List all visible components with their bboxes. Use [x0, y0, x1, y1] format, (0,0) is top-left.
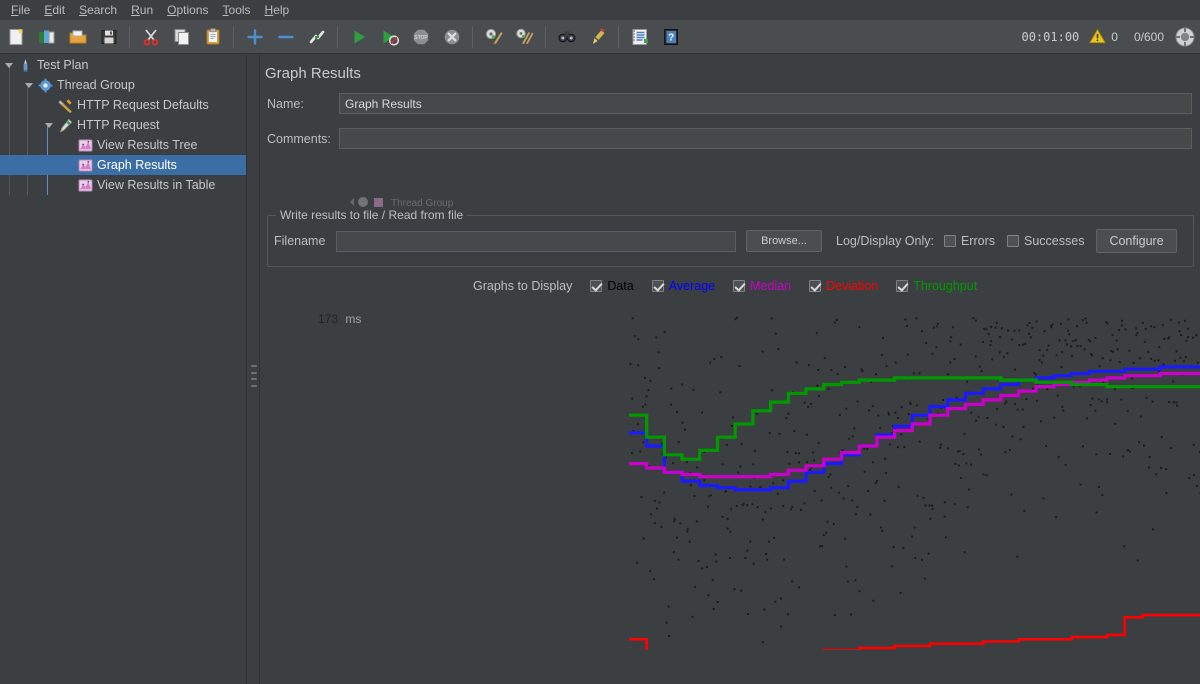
warning-triangle-icon[interactable]	[1085, 22, 1109, 52]
listener-chart-icon	[76, 135, 94, 155]
test-plan-icon	[16, 55, 34, 75]
toggle-icon[interactable]	[301, 22, 332, 52]
binoculars-icon[interactable]	[551, 22, 582, 52]
clipboard-icon[interactable]	[197, 22, 228, 52]
new-document-icon[interactable]	[0, 22, 31, 52]
comments-label: Comments:	[267, 131, 331, 146]
svg-text:STOP: STOP	[414, 35, 428, 41]
toolbar-separator	[618, 25, 619, 48]
y-axis-max-value: 173	[318, 312, 339, 326]
tree-item-label: HTTP Request Defaults	[77, 98, 209, 112]
svg-text:?: ?	[668, 32, 674, 43]
toolbar-separator	[472, 25, 473, 48]
elapsed-time: 00:01:00	[1021, 29, 1080, 44]
name-input[interactable]	[339, 93, 1192, 114]
graph-plot-area	[629, 316, 1200, 674]
series-line-deviation	[629, 613, 1200, 674]
function-list-icon[interactable]	[624, 22, 655, 52]
stop-icon[interactable]: STOP	[405, 22, 436, 52]
thread-count: 0/600	[1133, 29, 1164, 44]
scatter-data-points	[629, 316, 1200, 669]
occluded-background-widget: Thread Group	[346, 195, 491, 209]
stats-footer: No of Samples 600 Latest Sample 209 Aver…	[261, 650, 1200, 684]
menu-bar: File Edit Search Run Options Tools Help	[0, 0, 1200, 20]
write-results-group-title: Write results to file / Read from file	[276, 208, 468, 222]
menu-item-help[interactable]: Help	[258, 1, 297, 19]
clear-all-broom-icon[interactable]	[509, 22, 540, 52]
tree-expand-spacer	[62, 155, 76, 175]
results-graph: 173 ms 0 ms	[261, 230, 1200, 674]
tree-item-http-request-defaults[interactable]: HTTP Request Defaults	[0, 95, 246, 115]
name-label: Name:	[267, 96, 304, 111]
tree-item-http-request[interactable]: HTTP Request	[0, 115, 246, 135]
tree-item-view-results-in-table[interactable]: View Results in Table	[0, 175, 246, 195]
play-no-pause-icon[interactable]	[374, 22, 405, 52]
toolbar-separator	[129, 25, 130, 48]
scissors-icon[interactable]	[135, 22, 166, 52]
tree-item-thread-group[interactable]: Thread Group	[0, 75, 246, 95]
broom-icon[interactable]	[582, 22, 613, 52]
menu-item-edit[interactable]: Edit	[37, 1, 72, 19]
toolbar: STOP ? 00:01:00 0 0/600	[0, 20, 1200, 54]
save-disk-icon[interactable]	[93, 22, 124, 52]
listener-chart-icon	[76, 155, 94, 175]
tree-item-graph-results[interactable]: Graph Results	[0, 155, 246, 175]
tree-item-label: Thread Group	[57, 78, 135, 92]
tree-item-view-results-tree[interactable]: View Results Tree	[0, 135, 246, 155]
sampler-pen-icon	[56, 115, 74, 135]
config-wrench-icon	[56, 95, 74, 115]
play-green-icon[interactable]	[343, 22, 374, 52]
comments-input[interactable]	[339, 128, 1192, 149]
menu-item-search[interactable]: Search	[72, 1, 124, 19]
tree-item-test-plan[interactable]: Test Plan	[0, 55, 246, 75]
graph-results-panel: Graph Results Thread Group Name: Comment…	[261, 55, 1200, 684]
page-title: Graph Results	[265, 65, 361, 82]
y-axis-max-label: 173 ms	[318, 312, 361, 326]
tree-expand-spacer	[62, 175, 76, 195]
menu-item-run[interactable]: Run	[124, 1, 160, 19]
tree-item-label: Test Plan	[37, 58, 89, 72]
splitter-grip-icon	[251, 365, 257, 387]
comments-row: Comments:	[267, 128, 1192, 149]
copy-icon[interactable]	[166, 22, 197, 52]
tree-expand-spacer	[62, 135, 76, 155]
templates-icon[interactable]	[31, 22, 62, 52]
thread-status-icon[interactable]	[1170, 22, 1200, 52]
tree-item-label: View Results Tree	[97, 138, 198, 152]
clear-broom-icon[interactable]	[478, 22, 509, 52]
tree-expand-spacer	[42, 95, 56, 115]
help-book-icon[interactable]: ?	[655, 22, 686, 52]
jmeter-window: FileEditSearchRunOptionsToolsHelp	[0, 0, 1200, 684]
listener-chart-icon	[76, 175, 94, 195]
menu-item-tools[interactable]: Tools	[216, 1, 258, 19]
open-folder-icon[interactable]	[62, 22, 93, 52]
y-axis-max-unit: ms	[345, 312, 362, 326]
panel-splitter[interactable]	[246, 55, 260, 684]
tree-expand-arrow-icon[interactable]	[42, 115, 56, 135]
toolbar-separator	[337, 25, 338, 48]
tree-item-label: Graph Results	[97, 158, 177, 172]
tree-expand-arrow-icon[interactable]	[22, 75, 36, 95]
menu-item-file[interactable]: File	[4, 1, 37, 19]
tree-item-label: View Results in Table	[97, 178, 216, 192]
name-row: Name:	[267, 93, 1192, 114]
plus-icon[interactable]	[239, 22, 270, 52]
toolbar-separator	[233, 25, 234, 48]
tree-expand-arrow-icon[interactable]	[2, 55, 16, 75]
warning-count: 0	[1111, 29, 1118, 44]
minus-icon[interactable]	[270, 22, 301, 52]
thread-group-gear-icon	[36, 75, 54, 95]
tree-item-label: HTTP Request	[77, 118, 160, 132]
shutdown-icon[interactable]	[436, 22, 467, 52]
test-plan-tree[interactable]: Test Plan Thread Group HTTP Request Defaul…	[0, 55, 246, 684]
toolbar-separator	[545, 25, 546, 48]
menu-item-options[interactable]: Options	[160, 1, 215, 19]
